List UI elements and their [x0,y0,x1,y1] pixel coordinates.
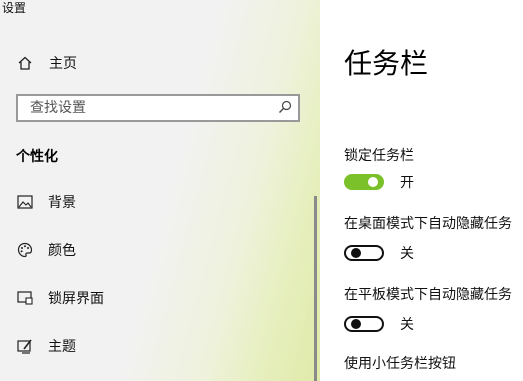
nav-home[interactable]: 主页 [16,50,296,76]
toggle-state-text: 开 [400,175,414,191]
search-input[interactable] [28,99,278,117]
toggle-knob [368,177,378,187]
sidebar-item-colors[interactable]: 颜色 [16,237,296,263]
main-content: 任务栏 锁定任务栏 开 在桌面模式下自动隐藏任务 关 在平板模式下自动隐藏任务 … [320,0,523,381]
palette-icon [16,241,34,259]
toggle-switch[interactable] [344,316,384,332]
toggle-autohide-tablet[interactable]: 关 [344,314,414,334]
sidebar-item-label: 锁屏界面 [48,291,104,307]
sidebar-scrollbar[interactable] [314,196,317,381]
toggle-autohide-desktop[interactable]: 关 [344,243,414,263]
sidebar: 设置 主页 个性化 背景 颜色 锁屏界面 主题 [0,0,320,381]
setting-label-autohide-desktop: 在桌面模式下自动隐藏任务 [344,216,512,232]
app-title: 设置 [2,1,27,15]
toggle-lock-taskbar[interactable]: 开 [344,172,414,192]
nav-home-label: 主页 [49,56,77,72]
sidebar-item-background[interactable]: 背景 [16,189,296,215]
setting-label-lock-taskbar: 锁定任务栏 [344,148,414,164]
sidebar-item-label: 背景 [48,195,76,211]
toggle-knob [351,319,361,329]
search-icon[interactable] [278,99,292,118]
sidebar-item-themes[interactable]: 主题 [16,333,296,359]
search-box[interactable] [16,94,300,122]
toggle-switch[interactable] [344,245,384,261]
toggle-state-text: 关 [400,246,414,262]
sidebar-item-lock-screen[interactable]: 锁屏界面 [16,285,296,311]
toggle-state-text: 关 [400,317,414,333]
setting-label-small-buttons: 使用小任务栏按钮 [344,356,456,372]
section-title: 个性化 [16,149,58,165]
sidebar-item-label: 主题 [48,339,76,355]
lock-screen-icon [16,289,34,307]
sidebar-item-label: 颜色 [48,243,76,259]
home-icon [16,54,34,72]
toggle-switch[interactable] [344,174,384,190]
setting-label-autohide-tablet: 在平板模式下自动隐藏任务 [344,287,512,303]
page-title: 任务栏 [344,47,429,80]
toggle-knob [351,248,361,258]
image-icon [16,193,34,211]
theme-brush-icon [16,337,34,355]
